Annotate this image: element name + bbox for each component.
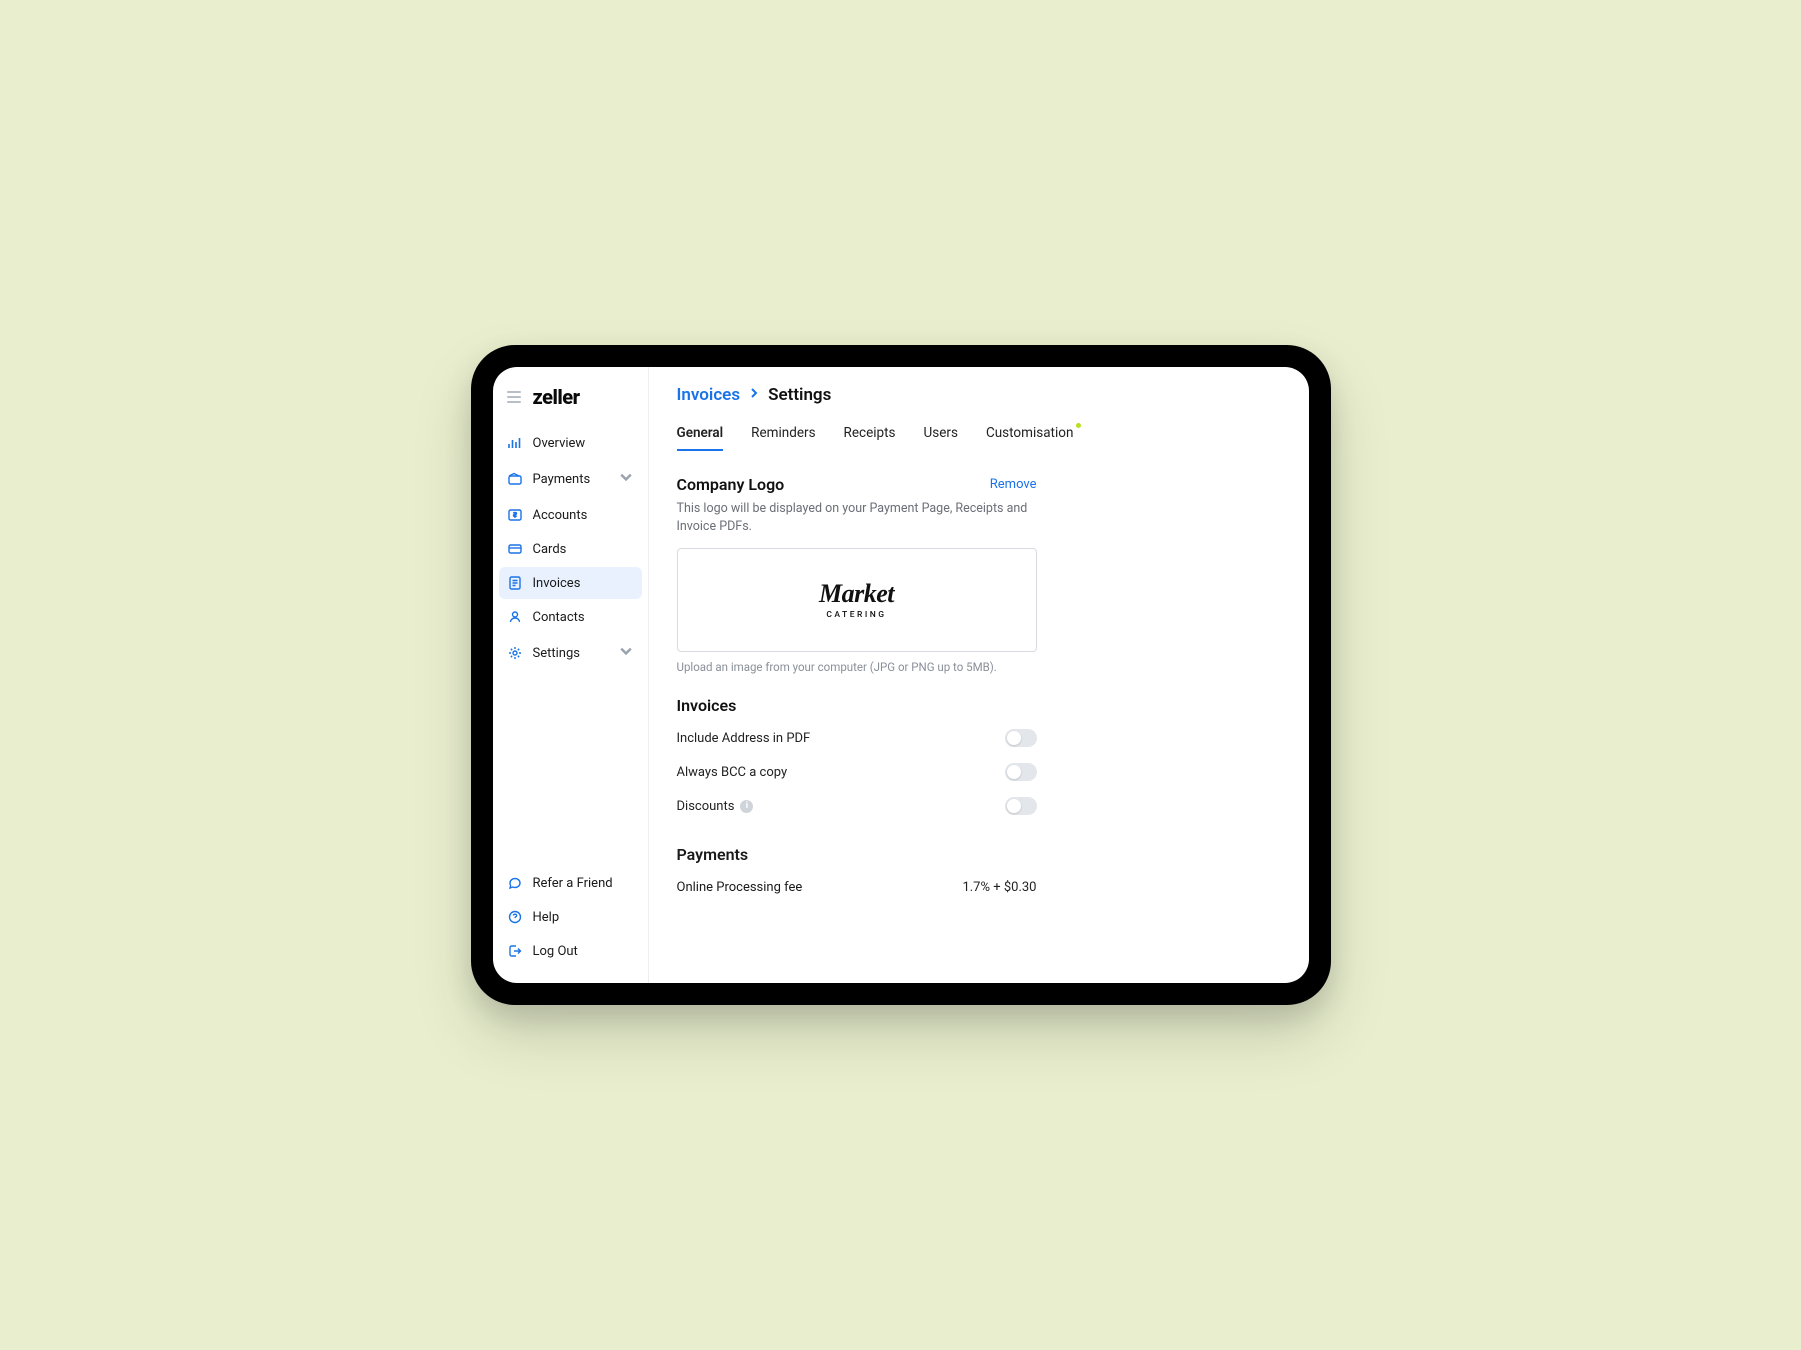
processing-fee-row: Online Processing fee 1.7% + $0.30	[677, 872, 1037, 903]
hamburger-icon[interactable]	[507, 391, 521, 403]
tab-customisation[interactable]: Customisation	[986, 425, 1073, 449]
sidebar-item-label: Payments	[533, 472, 591, 487]
breadcrumb: Invoices Settings	[677, 385, 1281, 405]
invoice-icon	[507, 575, 523, 591]
row-label: Include Address in PDF	[677, 731, 811, 746]
tab-label: Receipts	[844, 425, 896, 441]
chevron-down-icon	[618, 469, 634, 489]
sidebar-item-label: Overview	[533, 436, 586, 451]
remove-logo-link[interactable]: Remove	[990, 477, 1037, 492]
sidebar-item-logout[interactable]: Log Out	[499, 935, 642, 967]
sidebar-item-cards[interactable]: Cards	[499, 533, 642, 565]
sidebar-item-contacts[interactable]: Contacts	[499, 601, 642, 633]
toggle-include-address: Include Address in PDF	[677, 721, 1037, 755]
tab-receipts[interactable]: Receipts	[844, 425, 896, 449]
invoices-section: Invoices Include Address in PDF Always B…	[677, 696, 1281, 823]
app-screen: zeller Overview Payments	[493, 367, 1309, 983]
bar-chart-icon	[507, 435, 523, 451]
sidebar-item-settings[interactable]: Settings	[499, 635, 642, 671]
section-title: Invoices	[677, 696, 1281, 715]
sidebar-item-refer[interactable]: Refer a Friend	[499, 867, 642, 899]
toggle-switch[interactable]	[1005, 763, 1037, 781]
card-icon	[507, 541, 523, 557]
brand-logo: zeller	[533, 385, 580, 409]
sidebar-item-label: Cards	[533, 542, 567, 557]
main-content: Invoices Settings General Reminders Rece…	[649, 367, 1309, 983]
tablet-frame: zeller Overview Payments	[471, 345, 1331, 1005]
sidebar-item-label: Help	[533, 910, 560, 925]
row-label: Discounts	[677, 799, 735, 814]
tab-label: General	[677, 425, 724, 441]
sidebar-item-label: Contacts	[533, 610, 585, 625]
tab-label: Customisation	[986, 425, 1073, 441]
row-value: 1.7% + $0.30	[962, 880, 1036, 895]
sidebar-item-overview[interactable]: Overview	[499, 427, 642, 459]
tab-reminders[interactable]: Reminders	[751, 425, 815, 449]
payments-section: Payments Online Processing fee 1.7% + $0…	[677, 845, 1281, 903]
chevron-down-icon	[618, 643, 634, 663]
sidebar-item-label: Refer a Friend	[533, 876, 613, 891]
sidebar-item-help[interactable]: Help	[499, 901, 642, 933]
sidebar: zeller Overview Payments	[493, 367, 649, 983]
tab-general[interactable]: General	[677, 425, 724, 451]
row-label: Online Processing fee	[677, 880, 803, 895]
logo-tagline: CATERING	[819, 610, 894, 620]
sidebar-item-label: Invoices	[533, 576, 581, 591]
info-icon[interactable]: i	[740, 800, 753, 813]
gear-icon	[507, 645, 523, 661]
section-title: Company Logo	[677, 475, 785, 494]
notification-dot-icon	[1076, 423, 1081, 428]
sidebar-item-label: Log Out	[533, 944, 578, 959]
sidebar-item-payments[interactable]: Payments	[499, 461, 642, 497]
toggle-switch[interactable]	[1005, 729, 1037, 747]
sidebar-item-label: Settings	[533, 646, 580, 661]
sidebar-item-accounts[interactable]: Accounts	[499, 499, 642, 531]
sidebar-item-label: Accounts	[533, 508, 588, 523]
upload-hint: Upload an image from your computer (JPG …	[677, 660, 1281, 674]
logo-wordmark: Market	[819, 581, 894, 607]
tab-label: Users	[924, 425, 958, 441]
section-description: This logo will be displayed on your Paym…	[677, 500, 1037, 536]
breadcrumb-current: Settings	[768, 385, 831, 405]
chat-icon	[507, 875, 523, 891]
tabs: General Reminders Receipts Users Customi…	[677, 425, 1281, 451]
sidebar-header: zeller	[493, 375, 648, 423]
sidebar-nav: Overview Payments Accounts	[493, 423, 648, 675]
sidebar-item-invoices[interactable]: Invoices	[499, 567, 642, 599]
toggle-bcc-copy: Always BCC a copy	[677, 755, 1037, 789]
chevron-right-icon	[750, 387, 758, 403]
logout-icon	[507, 943, 523, 959]
tab-label: Reminders	[751, 425, 815, 441]
breadcrumb-parent[interactable]: Invoices	[677, 385, 741, 405]
help-icon	[507, 909, 523, 925]
wallet-icon	[507, 471, 523, 487]
person-icon	[507, 609, 523, 625]
company-logo-section: Company Logo Remove This logo will be di…	[677, 475, 1281, 674]
toggle-discounts: Discounts i	[677, 789, 1037, 823]
company-logo-preview: Market CATERING	[819, 581, 894, 620]
logo-upload-box[interactable]: Market CATERING	[677, 548, 1037, 652]
row-label: Always BCC a copy	[677, 765, 788, 780]
section-title: Payments	[677, 845, 1281, 864]
sidebar-footer: Refer a Friend Help Log Out	[493, 863, 648, 975]
toggle-switch[interactable]	[1005, 797, 1037, 815]
dollar-box-icon	[507, 507, 523, 523]
tab-users[interactable]: Users	[924, 425, 958, 449]
